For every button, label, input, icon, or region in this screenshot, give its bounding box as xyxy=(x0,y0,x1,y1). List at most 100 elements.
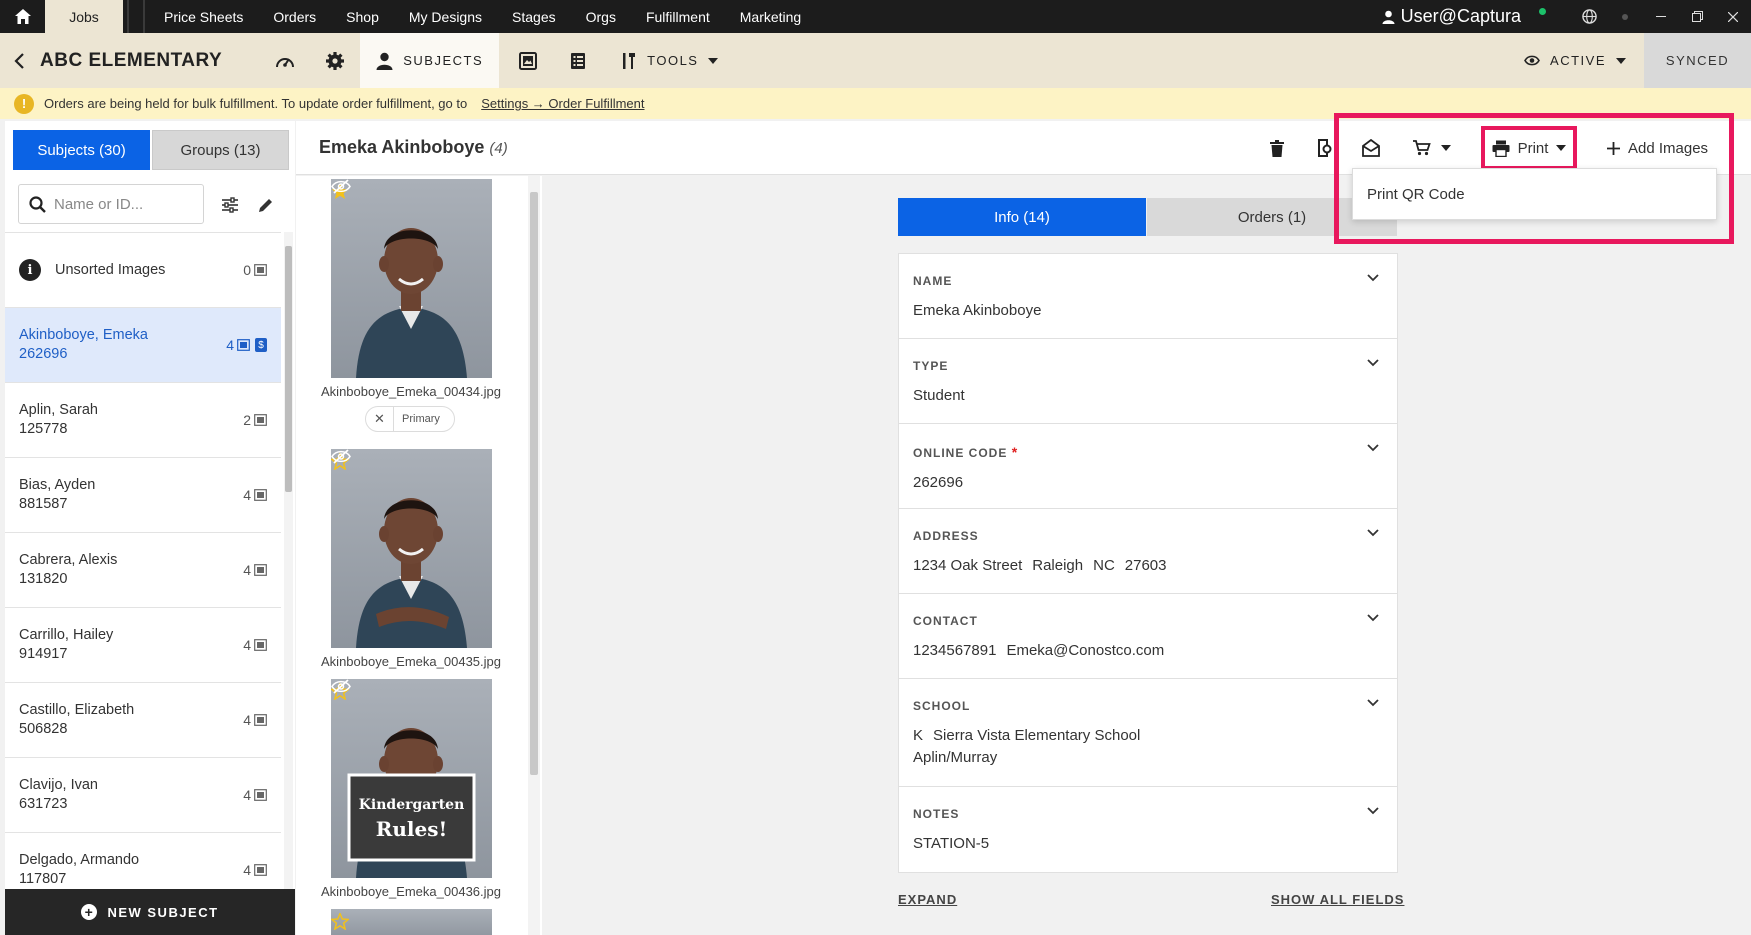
field-school[interactable]: SCHOOL K Sierra Vista Elementary School A… xyxy=(899,679,1397,787)
chevron-down-icon[interactable] xyxy=(1367,444,1379,452)
close-button[interactable] xyxy=(1715,0,1751,33)
remove-primary-button[interactable]: ✕ xyxy=(366,407,394,431)
subject-name: Bias, Ayden xyxy=(19,477,96,493)
field-address[interactable]: ADDRESS 1234 Oak Street Raleigh NC 27603 xyxy=(899,509,1397,594)
settings-button[interactable] xyxy=(310,33,360,88)
document-search-icon xyxy=(1318,139,1332,157)
order-fulfillment-link[interactable]: Settings → Order Fulfillment xyxy=(481,96,644,111)
back-button[interactable] xyxy=(0,52,40,69)
nav-fulfillment[interactable]: Fulfillment xyxy=(631,0,725,33)
primary-image-chip: ✕ Primary xyxy=(365,406,455,432)
subject-row[interactable]: Bias, Ayden 881587 4 xyxy=(5,458,281,533)
nav-marketing[interactable]: Marketing xyxy=(725,0,816,33)
subject-row[interactable]: Carrillo, Hailey 914917 4 xyxy=(5,608,281,683)
field-notes[interactable]: NOTES STATION-5 xyxy=(899,787,1397,872)
image-thumbnail[interactable]: Akinboboye_Emeka_00434.jpg xyxy=(321,179,501,399)
subject-row[interactable]: Cabrera, Alexis 131820 4 xyxy=(5,533,281,608)
subject-photo[interactable] xyxy=(331,179,492,378)
tab-subjects-list[interactable]: Subjects (30) xyxy=(13,130,150,170)
chevron-down-icon[interactable] xyxy=(1367,807,1379,815)
scrollbar-thumb[interactable] xyxy=(530,192,538,775)
subject-photo[interactable] xyxy=(331,449,492,648)
image-thumbnail[interactable] xyxy=(331,909,492,935)
nav-jobs[interactable]: Jobs xyxy=(45,0,123,33)
show-all-fields-link[interactable]: SHOW ALL FIELDS xyxy=(1271,892,1404,907)
nav-my-designs[interactable]: My Designs xyxy=(394,0,497,33)
child-portrait-image xyxy=(356,228,467,378)
count-value: 4 xyxy=(243,787,251,803)
nav-stages[interactable]: Stages xyxy=(497,0,571,33)
subject-row[interactable]: Delgado, Armando 117807 4 xyxy=(5,833,281,890)
filter-button[interactable] xyxy=(216,191,244,219)
chevron-down-icon[interactable] xyxy=(1367,529,1379,537)
speedometer-icon xyxy=(276,57,295,67)
chevron-down-icon[interactable] xyxy=(1367,359,1379,367)
subject-row[interactable]: Akinboboye, Emeka 262696 4 $ xyxy=(5,308,281,383)
edit-button[interactable] xyxy=(251,191,279,219)
image-count: 0 xyxy=(243,262,267,278)
restore-button[interactable] xyxy=(1679,0,1715,33)
tab-subjects[interactable]: SUBJECTS xyxy=(360,33,500,88)
nav-orders[interactable]: Orders xyxy=(258,0,331,33)
eye-off-icon[interactable] xyxy=(331,449,351,464)
subject-name: Clavijo, Ivan xyxy=(19,777,98,793)
chevron-down-icon[interactable] xyxy=(1367,699,1379,707)
star-outline-icon[interactable] xyxy=(331,913,349,930)
count-value: 4 xyxy=(243,637,251,653)
image-count: 4 xyxy=(243,487,267,503)
user-menu[interactable]: User@Captura xyxy=(1382,6,1521,27)
subject-photo[interactable]: Kindergarten Rules! xyxy=(331,679,492,878)
home-button[interactable] xyxy=(0,0,45,33)
minimize-button[interactable] xyxy=(1643,0,1679,33)
subject-row[interactable]: Clavijo, Ivan 631723 4 xyxy=(5,758,281,833)
field-online-code[interactable]: ONLINE CODE * 262696 xyxy=(899,424,1397,509)
tab-info[interactable]: Info (14) xyxy=(898,198,1146,236)
primary-label: Primary xyxy=(402,413,440,425)
subject-row[interactable]: Castillo, Elizabeth 506828 4 xyxy=(5,683,281,758)
image-thumbnail[interactable]: Kindergarten Rules! Akinboboye_Emeka_004… xyxy=(321,679,501,899)
photo-album-icon xyxy=(519,51,538,70)
eye-off-icon[interactable] xyxy=(331,679,351,694)
nav-price-sheets[interactable]: Price Sheets xyxy=(149,0,258,33)
menu-item-print-qr-code[interactable]: Print QR Code xyxy=(1367,186,1465,203)
image-count: 4 $ xyxy=(226,337,267,353)
subject-list-scrollbar[interactable] xyxy=(284,232,293,890)
language-button[interactable] xyxy=(1571,0,1607,33)
nav-shop[interactable]: Shop xyxy=(331,0,394,33)
field-value: 1234 Oak Street Raleigh NC 27603 xyxy=(913,555,1383,577)
new-subject-button[interactable]: + NEW SUBJECT xyxy=(5,889,295,935)
count-value: 0 xyxy=(243,262,251,278)
photos-button[interactable] xyxy=(503,33,553,88)
print-dropdown-menu: Print QR Code xyxy=(1352,168,1717,220)
tab-groups-list[interactable]: Groups (13) xyxy=(152,130,289,170)
eye-off-icon[interactable] xyxy=(331,179,351,194)
field-contact[interactable]: CONTACT 1234567891 Emeka@Conostco.com xyxy=(899,594,1397,679)
dashboard-button[interactable] xyxy=(260,33,310,88)
school-grade: K xyxy=(913,727,924,744)
field-type[interactable]: TYPE Student xyxy=(899,339,1397,424)
unsorted-images-row[interactable]: i Unsorted Images 0 xyxy=(5,233,281,308)
expand-link[interactable]: EXPAND xyxy=(898,892,957,907)
delete-button[interactable] xyxy=(1264,133,1290,163)
thumbnail-scrollbar[interactable] xyxy=(528,176,540,935)
search-input[interactable] xyxy=(54,195,194,213)
field-name[interactable]: NAME Emeka Akinboboye xyxy=(899,254,1397,339)
school-name: Sierra Vista Elementary School xyxy=(933,727,1141,744)
nav-orgs[interactable]: Orgs xyxy=(571,0,631,33)
chevron-down-icon[interactable] xyxy=(1367,274,1379,282)
subject-row[interactable]: Aplin, Sarah 125778 2 xyxy=(5,383,281,458)
caret-down-icon xyxy=(708,57,719,64)
count-value: 2 xyxy=(243,412,251,428)
field-label: TYPE xyxy=(913,359,949,373)
caret-down-icon xyxy=(1616,57,1626,64)
image-count: 4 xyxy=(243,637,267,653)
subject-photo[interactable] xyxy=(331,909,492,935)
chevron-down-icon[interactable] xyxy=(1367,614,1379,622)
status-dropdown[interactable]: ACTIVE xyxy=(1524,33,1626,88)
reports-button[interactable] xyxy=(553,33,603,88)
scrollbar-thumb[interactable] xyxy=(285,246,292,492)
image-thumbnail[interactable]: Akinboboye_Emeka_00435.jpg xyxy=(321,449,501,669)
image-count: 2 xyxy=(243,412,267,428)
tools-menu[interactable]: TOOLS xyxy=(603,52,736,70)
image-stack-icon xyxy=(254,264,267,276)
